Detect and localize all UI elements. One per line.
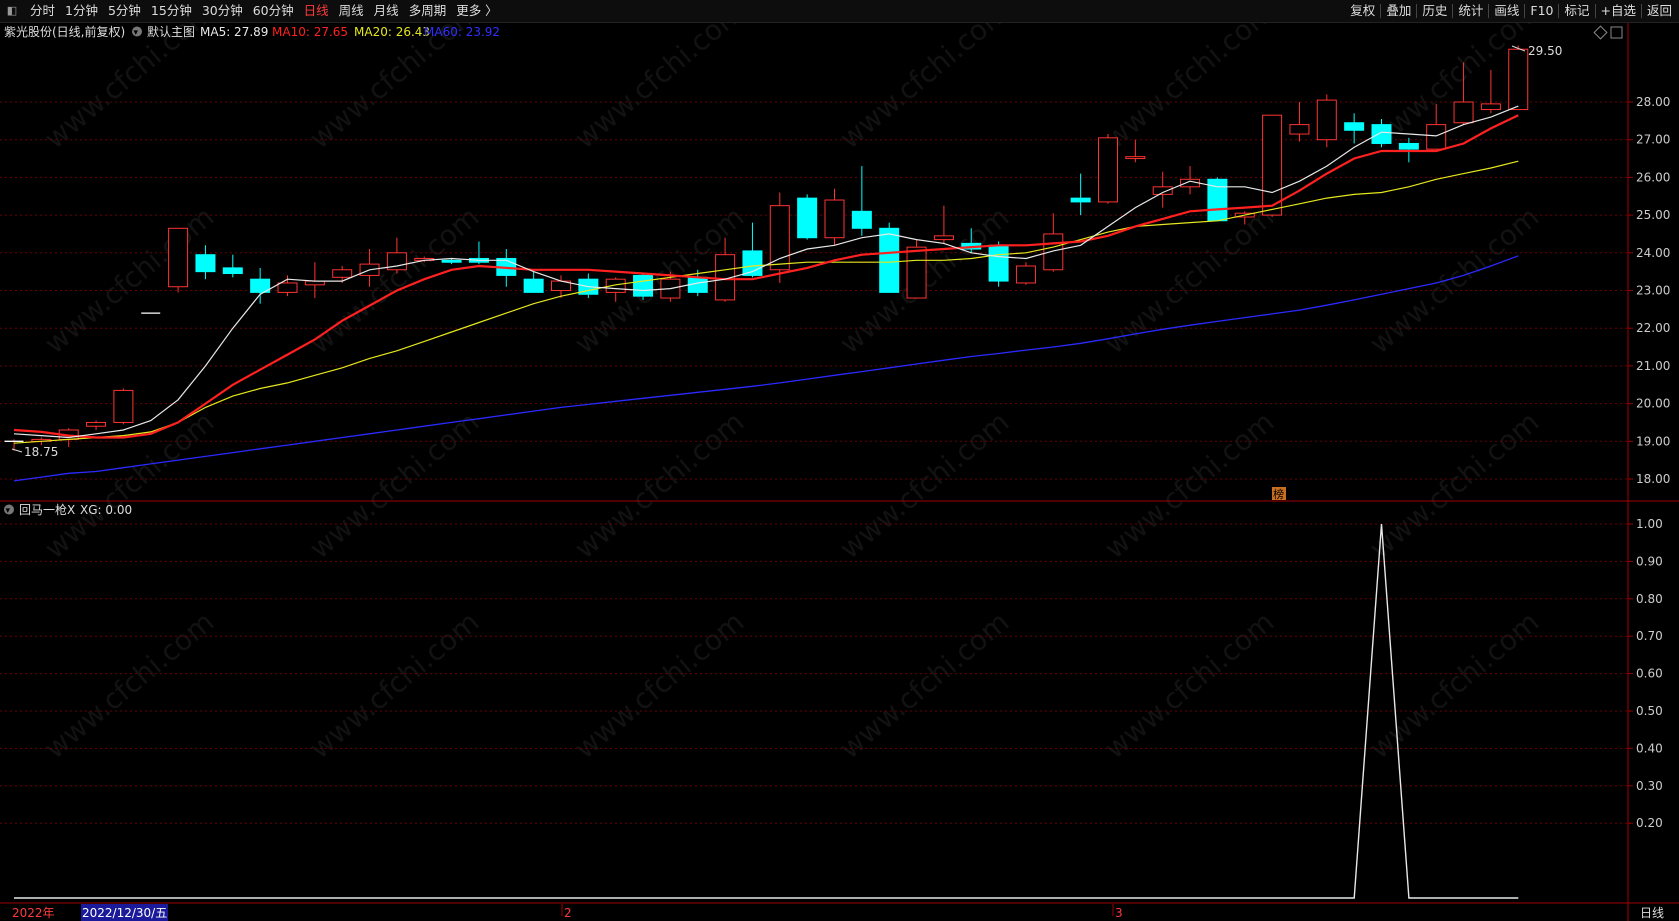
month-label-mar: 3 [1115,906,1123,920]
period-tabs: ◧ 分时 1分钟 5分钟 15分钟 30分钟 60分钟 日线 周线 月线 多周期 更多 〉 [0,0,503,22]
candle-body [988,244,1009,282]
candle-body [1398,142,1419,150]
candle-body [332,269,353,278]
y-tick-label: 23.00 [1636,284,1670,298]
ma60-label: MA60: 23.92 [424,25,500,39]
candle-body [168,227,189,288]
main-legend: 紫光股份(日线,前复权) ▾ 默认主图 MA5: 27.89 MA10: 27.… [4,24,500,39]
candle-body [277,282,298,293]
candle-body [1098,137,1118,203]
y-tick-label: 0.30 [1636,779,1663,793]
month-label-feb: 2 [564,906,572,920]
candle-body [113,389,134,423]
candle-body [1015,265,1036,284]
chevron-down-icon: ▾ [134,28,139,38]
toolbar: ◧ 分时 1分钟 5分钟 15分钟 30分钟 60分钟 日线 周线 月线 多周期 更多 〉 复权 叠加… [0,0,1679,23]
candle-body [1371,124,1392,144]
y-tick-label: 21.00 [1636,359,1670,373]
candle-body [1426,124,1447,150]
tool-button-7[interactable]: +自选 [1596,0,1641,22]
candle-body [523,278,544,293]
tool-buttons: 复权 叠加 历史 统计 画线 F10 标记 +自选 返回 [1345,0,1677,22]
candle-body [851,210,872,229]
tab-3[interactable]: 15分钟 [146,0,197,22]
template-label[interactable]: 默认主图 [147,24,195,39]
tool-button-4[interactable]: 画线 [1489,0,1524,22]
candle-body [797,197,818,239]
candle-body [879,227,900,293]
sub-legend: ▾ 回马一枪X XG: 0.00 [4,502,132,517]
y-tick-label: 24.00 [1636,246,1670,260]
ma20-label: MA20: 26.43 [354,25,430,39]
candle-body [1070,197,1091,203]
candle-body [933,235,954,241]
min-price-label: 18.75 [24,445,58,459]
tool-button-8[interactable]: 返回 [1642,0,1677,22]
candle-body [769,205,790,271]
tab-2[interactable]: 5分钟 [103,0,146,22]
period-label[interactable]: 日线 [1640,906,1664,920]
candle-body [1344,122,1365,131]
candle-body [195,254,216,273]
indicator-value: XG: 0.00 [80,503,132,517]
max-price-label: 29.50 [1528,44,1562,58]
candle-body [86,421,107,427]
tab-5[interactable]: 60分钟 [248,0,299,22]
indicator-name[interactable]: 回马一枪X [19,502,75,517]
candle-body [222,267,243,275]
y-tick-label: 0.20 [1636,816,1663,830]
y-tick-label: 0.50 [1636,704,1663,718]
y-tick-label: 0.70 [1636,629,1663,643]
candle-body [1508,48,1529,111]
candle-body [1316,99,1337,141]
tool-button-3[interactable]: 统计 [1453,0,1488,22]
tab-4[interactable]: 30分钟 [197,0,248,22]
tool-button-5[interactable]: F10 [1525,0,1558,22]
tab-1[interactable]: 1分钟 [60,0,103,22]
tab-9[interactable]: 多周期 [404,0,452,22]
cursor-date: 2022/12/30/五 [82,906,167,920]
candle-body [633,274,654,297]
y-tick-label: 1.00 [1636,517,1663,531]
ma10-label: MA10: 27.65 [272,25,348,39]
candle-body [1152,186,1173,195]
y-tick-label: 27.00 [1636,133,1670,147]
y-tick-label: 25.00 [1636,208,1670,222]
y-tick-label: 18.00 [1636,472,1670,486]
marker-badge-label: 榜 [1273,487,1284,501]
tool-button-6[interactable]: 标记 [1559,0,1594,22]
candle-body [1480,103,1501,111]
y-tick-label: 26.00 [1636,170,1670,184]
chart-canvas[interactable]: www.cfchi.com www.cfchi.com www.cfchi.com w… [0,0,1679,921]
tab-7[interactable]: 周线 [334,0,369,22]
y-tick-label: 19.00 [1636,434,1670,448]
y-tick-label: 0.80 [1636,592,1663,606]
y-tick-label: 0.90 [1636,554,1663,568]
tool-button-2[interactable]: 历史 [1417,0,1452,22]
candle-body [1262,114,1283,216]
candle-body [1289,124,1310,135]
ma5-label: MA5: 27.89 [200,25,268,39]
candle-body [824,199,845,239]
candle-body [1043,233,1064,271]
menu-icon[interactable]: ◧ [5,4,19,18]
stock-title: 紫光股份(日线,前复权) [4,24,125,39]
tool-button-1[interactable]: 叠加 [1381,0,1416,22]
y-tick-label: 22.00 [1636,321,1670,335]
candle-body [441,259,462,263]
candle-body [906,246,927,299]
y-tick-label: 0.40 [1636,741,1663,755]
tab-10[interactable]: 更多 〉 [451,0,502,22]
chevron-down-icon: ▾ [6,506,11,516]
tab-0[interactable]: 分时 [25,0,60,22]
y-tick-label: 0.60 [1636,667,1663,681]
tab-8[interactable]: 月线 [369,0,404,22]
tool-button-0[interactable]: 复权 [1345,0,1380,22]
candle-body [1125,156,1146,160]
tab-6[interactable]: 日线 [299,0,334,22]
y-tick-label: 28.00 [1636,95,1670,109]
y-tick-label: 20.00 [1636,397,1670,411]
year-label: 2022年 [12,906,55,920]
candle-body [1453,101,1474,124]
